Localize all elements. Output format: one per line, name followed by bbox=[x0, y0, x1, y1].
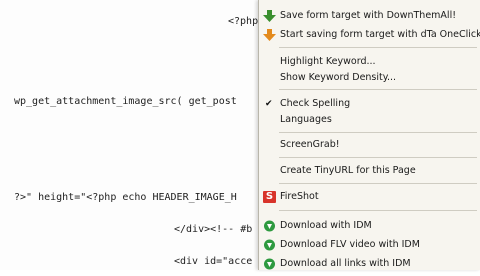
menu-separator bbox=[279, 47, 477, 48]
menu-separator bbox=[279, 89, 477, 90]
fireshot-icon: S bbox=[263, 191, 276, 203]
menu-item-label: Save form target with DownThemAll! bbox=[280, 10, 457, 21]
menu-item-show-keyword-density[interactable]: Show Keyword Density... bbox=[259, 70, 480, 86]
idm-icon bbox=[263, 258, 276, 270]
menu-item-label: Create TinyURL for this Page bbox=[280, 165, 416, 176]
code-line: <div id="acce bbox=[174, 256, 253, 267]
code-line: ?>" height="<?php echo HEADER_IMAGE_H bbox=[14, 192, 237, 203]
menu-item-label: FireShot bbox=[280, 191, 319, 202]
menu-item-screengrab[interactable]: ScreenGrab! bbox=[259, 137, 480, 153]
dta-oneclick-icon bbox=[263, 29, 276, 41]
menu-item-create-tinyurl[interactable]: Create TinyURL for this Page bbox=[259, 163, 480, 179]
code-line: <?php bbox=[228, 16, 259, 27]
menu-item-label: Show Keyword Density... bbox=[280, 72, 397, 83]
menu-item-save-form-target-downthemall[interactable]: Save form target with DownThemAll! bbox=[259, 8, 480, 24]
menu-separator bbox=[279, 183, 477, 184]
menu-item-highlight-keyword[interactable]: Highlight Keyword... bbox=[259, 54, 480, 70]
menu-separator bbox=[279, 132, 477, 133]
menu-separator bbox=[279, 157, 477, 158]
menu-item-check-spelling[interactable]: ✔ Check Spelling bbox=[259, 96, 480, 112]
code-line: wp_get_attachment_image_src( get_post bbox=[14, 96, 237, 107]
menu-separator bbox=[279, 210, 477, 211]
checkmark-icon: ✔ bbox=[265, 99, 273, 109]
code-line: </div><!-- #b bbox=[174, 224, 253, 235]
idm-icon bbox=[263, 239, 276, 251]
menu-item-label: ScreenGrab! bbox=[280, 139, 340, 150]
downthemall-icon bbox=[263, 10, 276, 22]
menu-item-download-flv-video-with-idm[interactable]: Download FLV video with IDM bbox=[259, 237, 480, 253]
context-menu: Save form target with DownThemAll! Start… bbox=[258, 0, 480, 270]
menu-item-label: Download with IDM bbox=[280, 220, 372, 231]
menu-item-label: Start saving form target with dTa OneCli… bbox=[280, 29, 480, 40]
menu-item-download-with-idm[interactable]: Download with IDM bbox=[259, 218, 480, 234]
menu-item-label: Highlight Keyword... bbox=[280, 56, 376, 67]
idm-icon bbox=[263, 220, 276, 232]
menu-item-label: Check Spelling bbox=[280, 98, 351, 109]
menu-item-label: Download FLV video with IDM bbox=[280, 239, 420, 250]
menu-item-languages[interactable]: Languages bbox=[259, 112, 480, 128]
menu-item-start-saving-dta-oneclick[interactable]: Start saving form target with dTa OneCli… bbox=[259, 27, 480, 43]
menu-item-label: Languages bbox=[280, 114, 332, 125]
menu-item-fireshot[interactable]: S FireShot bbox=[259, 189, 480, 205]
